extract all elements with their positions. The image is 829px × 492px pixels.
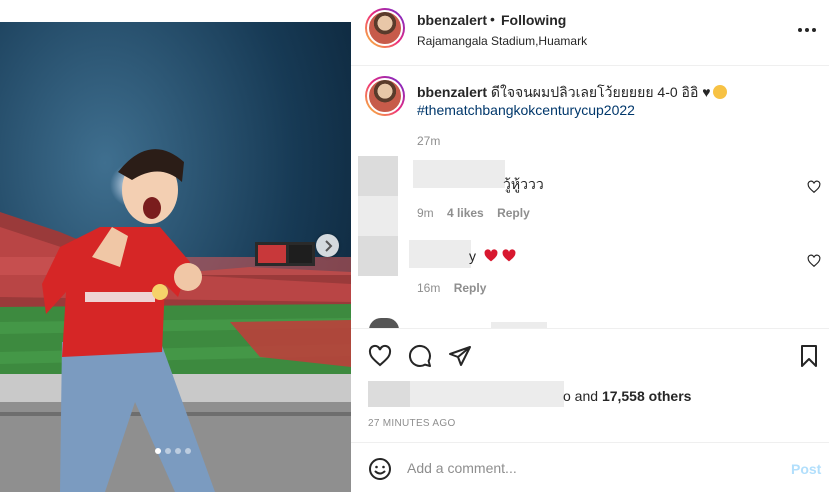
comment-icon[interactable] — [408, 344, 432, 368]
red-heart-emoji-icon — [502, 249, 516, 262]
post-comment-button[interactable]: Post — [791, 461, 821, 477]
reply-button[interactable]: Reply — [454, 281, 487, 295]
comment-avatar-redacted — [358, 236, 398, 276]
caption-line: bbenzalert ดีใจจนผมปลิวเลยโว้ยยยยย 4-0 อ… — [417, 82, 727, 104]
post-header: bbenzalert • Following Rajamangala Stadi… — [351, 0, 829, 66]
comment-likes[interactable]: 4 likes — [447, 206, 484, 220]
caption-username[interactable]: bbenzalert — [417, 84, 487, 100]
comment-time: 16m — [417, 281, 441, 295]
following-button[interactable]: Following — [501, 12, 566, 28]
comment-text-content: y — [469, 248, 476, 264]
comment-time: 9m — [417, 206, 434, 220]
next-photo-button[interactable] — [316, 234, 339, 257]
heart-icon[interactable] — [368, 344, 392, 368]
comment-avatar-partial — [369, 318, 399, 328]
post-location[interactable]: Rajamangala Stadium,Huamark — [417, 34, 587, 48]
likes-connector: o and — [563, 388, 599, 404]
likes-count[interactable]: 17,558 others — [602, 388, 692, 404]
comment-avatar-redacted — [358, 196, 398, 236]
like-comment-heart-icon[interactable] — [807, 254, 821, 268]
post-photo — [0, 22, 351, 492]
header-separator: • — [490, 11, 495, 27]
post-details-pane: bbenzalert • Following Rajamangala Stadi… — [351, 0, 829, 492]
comment-input[interactable] — [407, 457, 767, 479]
reply-button[interactable]: Reply — [497, 206, 530, 220]
comment-avatar-redacted — [358, 156, 398, 196]
add-comment-bar: Post — [351, 442, 829, 492]
instagram-post-modal: bbenzalert • Following Rajamangala Stadi… — [0, 0, 829, 492]
send-icon[interactable] — [448, 344, 472, 368]
bookmark-icon[interactable] — [797, 344, 821, 368]
like-comment-heart-icon[interactable] — [807, 180, 821, 194]
comment-text: y — [469, 248, 516, 264]
comment-username-redacted — [409, 240, 471, 268]
more-options-icon[interactable] — [795, 22, 819, 38]
emoji-smiley-icon[interactable] — [368, 457, 392, 481]
liker-name-redacted — [410, 381, 564, 407]
chevron-right-icon — [324, 239, 332, 252]
winking-face-emoji-icon — [712, 85, 727, 99]
comment-text: วู้หู้ววว — [503, 176, 544, 192]
likes-summary[interactable]: o and 17,558 others — [563, 388, 691, 404]
liker-avatar-redacted — [368, 381, 410, 407]
author-avatar[interactable] — [365, 8, 405, 48]
post-actions: o and 17,558 others 27 MINUTES AGO — [351, 328, 829, 442]
carousel-dot-active — [155, 448, 161, 454]
post-photo-pane — [0, 0, 351, 492]
author-username[interactable]: bbenzalert — [417, 12, 487, 28]
carousel-dot — [175, 448, 181, 454]
carousel-dot — [185, 448, 191, 454]
comment-username-redacted — [413, 160, 505, 188]
red-heart-emoji-icon — [484, 249, 498, 262]
caption-avatar[interactable] — [365, 76, 405, 116]
comments-list: bbenzalert ดีใจจนผมปลิวเลยโว้ยยยยย 4-0 อ… — [351, 66, 829, 328]
caption-text: ดีใจจนผมปลิวเลยโว้ยยยยย 4-0 อิอิ ♥ — [490, 84, 711, 100]
carousel-dot — [165, 448, 171, 454]
caption-hashtag[interactable]: #thematchbangkokcenturycup2022 — [417, 102, 635, 118]
caption-time: 27m — [417, 134, 441, 148]
comment-meta: 16m Reply — [417, 281, 486, 295]
carousel-dots — [155, 448, 191, 454]
comment-meta: 9m 4 likes Reply — [417, 206, 530, 220]
post-timestamp: 27 MINUTES AGO — [368, 418, 456, 429]
